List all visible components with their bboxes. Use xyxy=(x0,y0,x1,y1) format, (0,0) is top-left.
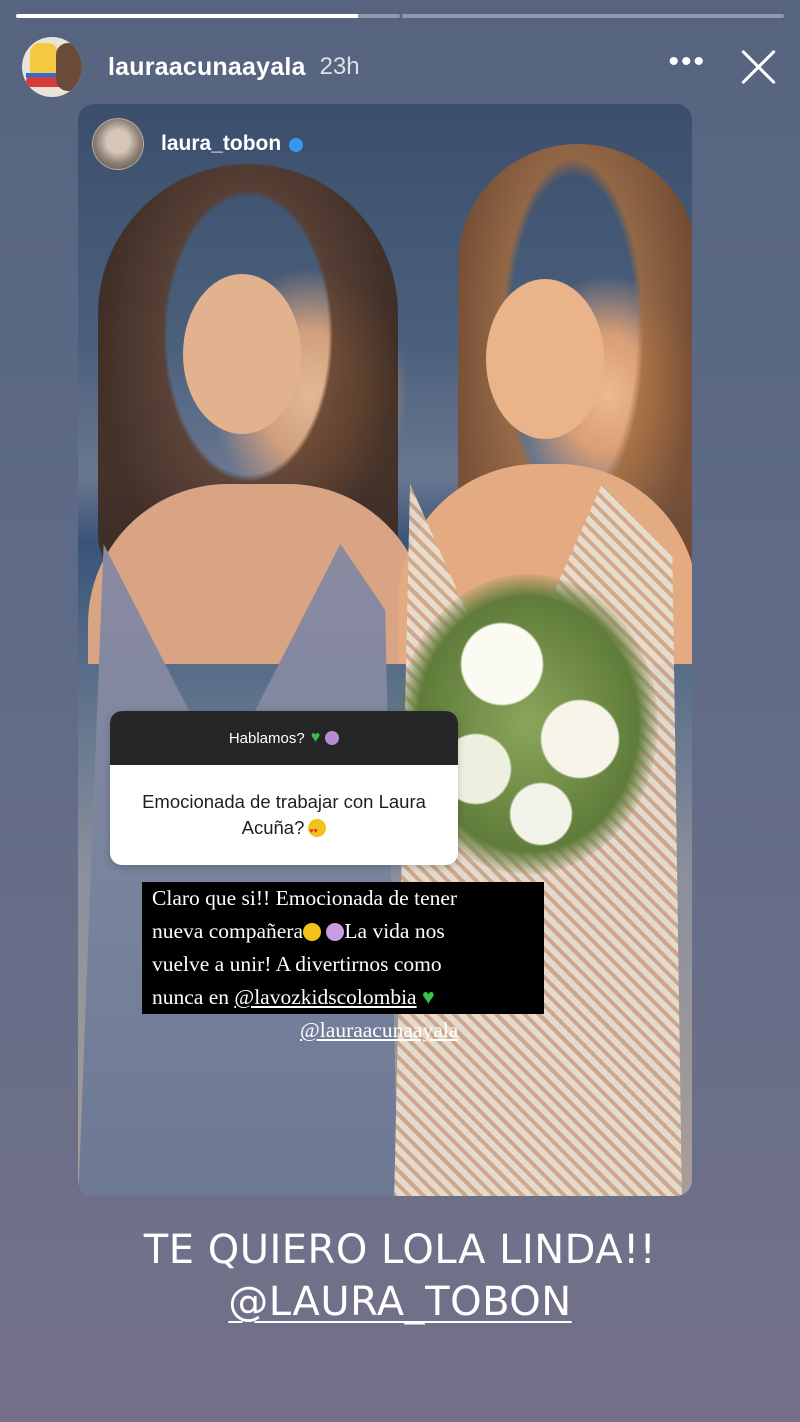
answer-line: @lauraacunaayala xyxy=(142,1014,468,1047)
blushing-emoji-icon xyxy=(303,923,322,941)
story-username[interactable]: lauraacunaayala xyxy=(108,53,306,82)
avatar[interactable] xyxy=(22,37,82,97)
photo-face-left xyxy=(183,274,301,434)
post-header[interactable]: laura_tobon xyxy=(92,118,304,170)
question-prompt: Hablamos? xyxy=(228,729,305,747)
story-progress-bar xyxy=(402,14,784,18)
answer-line: nueva compañera La vida nos xyxy=(142,915,544,948)
emoji-icon xyxy=(325,731,340,745)
answer-line-text: nunca en xyxy=(152,985,230,1009)
heart-eyes-emoji-icon xyxy=(308,819,327,845)
post-username[interactable]: laura_tobon xyxy=(161,132,281,156)
more-options-icon[interactable]: ••• xyxy=(668,47,706,77)
answer-line: nunca en @lavozkidscolombia ♥ xyxy=(142,981,544,1014)
question-sticker[interactable]: Hablamos? ♥ Emocionada de trabajar con L… xyxy=(110,711,458,865)
verified-badge-icon xyxy=(289,138,304,152)
answer-line: vuelve a unir! A divertirnos como xyxy=(142,948,544,981)
dancing-emoji-icon xyxy=(326,923,345,941)
question-sticker-header: Hablamos? ♥ xyxy=(110,711,458,765)
question-text-content: Emocionada de trabajar con Laura Acuña? xyxy=(142,791,426,838)
green-heart-icon: ♥ xyxy=(310,729,321,746)
story-timestamp: 23h xyxy=(319,53,360,80)
avatar-photo xyxy=(56,43,82,91)
mention-lavozkidscolombia[interactable]: @lavozkidscolombia xyxy=(234,985,416,1009)
answer-text: Claro que si!! Emocionada de tener nueva… xyxy=(142,882,544,1047)
post-avatar[interactable] xyxy=(92,118,144,170)
story-caption: TE QUIERO LOLA LINDA!! @LAURA_TOBON xyxy=(0,1224,800,1328)
question-text: Emocionada de trabajar con Laura Acuña? xyxy=(130,789,438,845)
mention-laura-tobon[interactable]: @LAURA_TOBON xyxy=(228,1279,571,1325)
mention-lauraacunaayala[interactable]: @lauraacunaayala xyxy=(300,1018,458,1042)
photo-face-right xyxy=(486,279,604,439)
story-progress-fill xyxy=(16,14,358,18)
answer-line-text: nueva compañera xyxy=(152,919,304,943)
answer-line-text: La vida nos xyxy=(344,919,445,943)
story-progress-bar xyxy=(16,14,400,18)
green-heart-icon: ♥ xyxy=(421,985,435,1009)
caption-line: TE QUIERO LOLA LINDA!! xyxy=(143,1227,657,1273)
answer-line: Claro que si!! Emocionada de tener xyxy=(142,882,544,915)
story-header: lauraacunaayala 23h ••• xyxy=(22,36,778,98)
question-text-container: Emocionada de trabajar con Laura Acuña? xyxy=(110,765,458,865)
close-icon[interactable] xyxy=(738,46,778,86)
